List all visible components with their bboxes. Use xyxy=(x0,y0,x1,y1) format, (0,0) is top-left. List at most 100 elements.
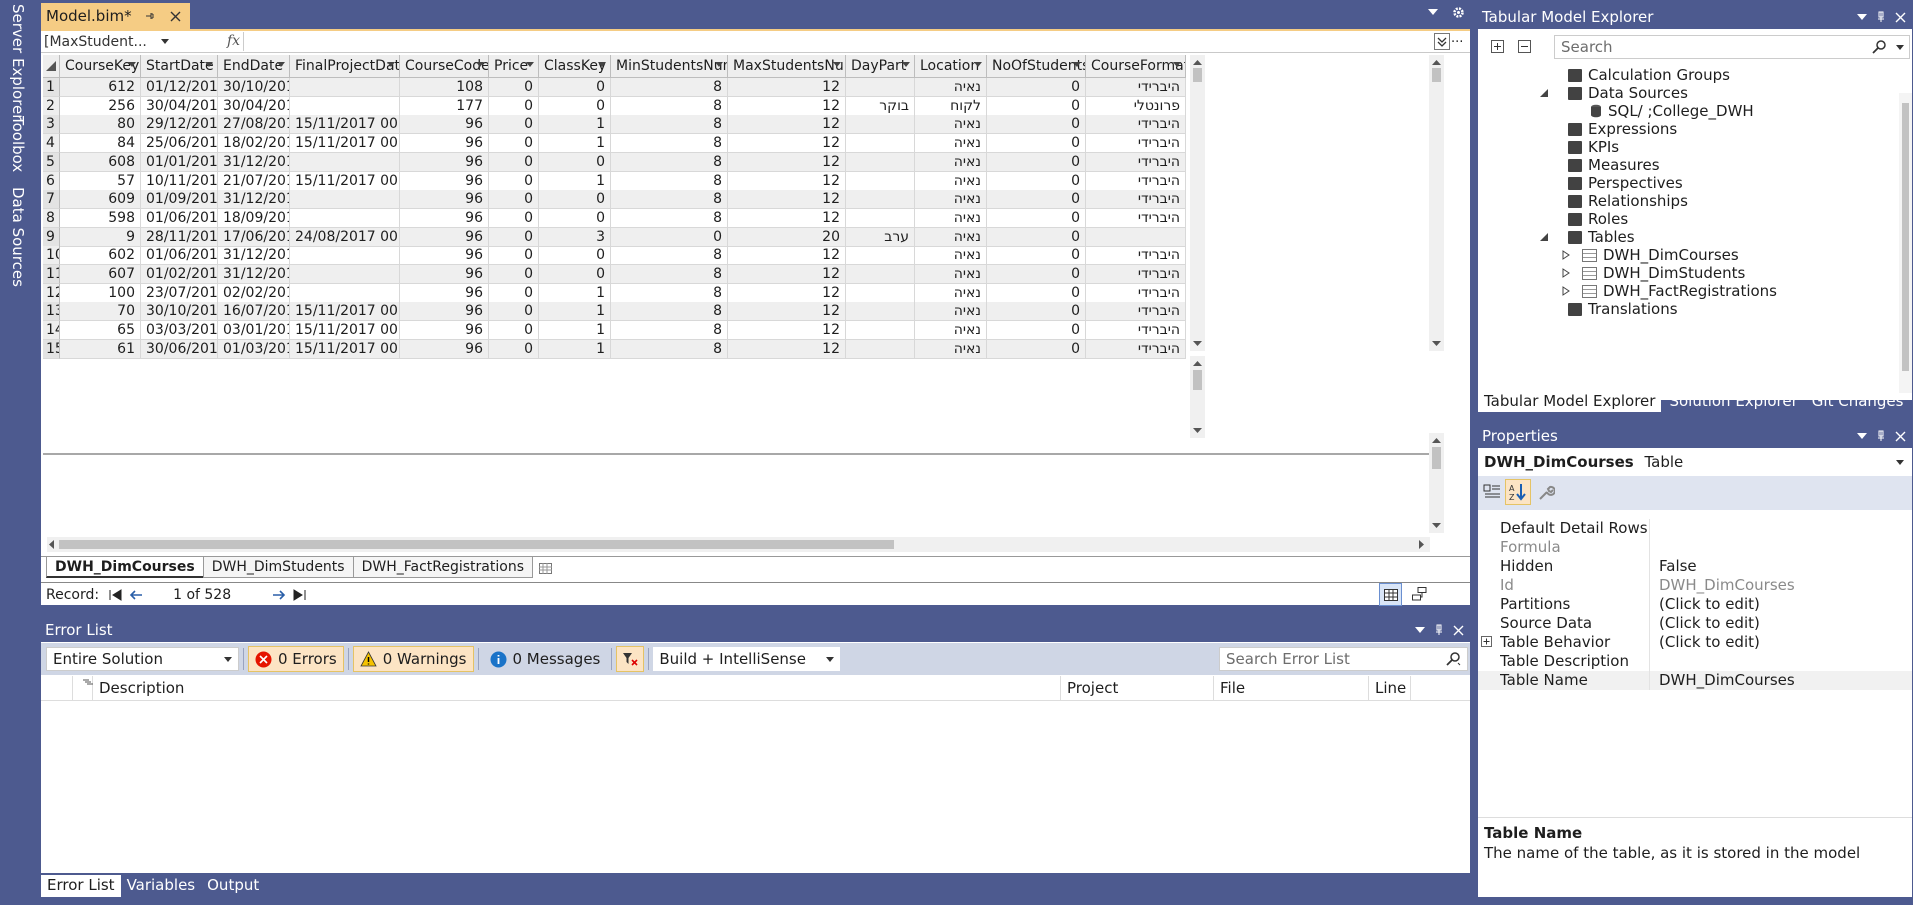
formula-input[interactable] xyxy=(243,32,1433,51)
column-header[interactable]: FinalProjectDate xyxy=(290,55,400,78)
table-row[interactable]: 38029/12/201...27/08/201...15/11/2017 00… xyxy=(43,115,1443,135)
table-cell[interactable]: 96 xyxy=(400,321,489,341)
table-cell[interactable] xyxy=(846,134,915,154)
table-cell[interactable]: 609 xyxy=(60,190,141,210)
table-cell[interactable]: 21/07/201... xyxy=(218,171,290,191)
alphabetical-icon[interactable]: AZ xyxy=(1505,479,1531,505)
file-column-header[interactable]: File xyxy=(1214,676,1369,701)
more-icon[interactable]: ··· xyxy=(1451,35,1463,50)
table-cell[interactable]: 31/12/201... xyxy=(218,265,290,284)
table-cell[interactable]: 01/09/201... xyxy=(141,190,218,210)
table-cell[interactable]: 01/12/201... xyxy=(141,78,218,97)
expand-all-icon[interactable] xyxy=(1491,40,1504,53)
table-cell[interactable]: 01/06/201... xyxy=(141,246,218,266)
row-header[interactable]: 1 xyxy=(43,78,60,97)
row-header[interactable]: 13 xyxy=(43,302,60,322)
table-cell[interactable]: 608 xyxy=(60,152,141,172)
table-cell[interactable]: 0 xyxy=(987,171,1086,191)
table-cell[interactable]: 01/01/201... xyxy=(141,152,218,172)
table-cell[interactable]: 12 xyxy=(728,283,846,303)
table-cell[interactable]: 8 xyxy=(611,115,728,135)
column-filter-icon[interactable] xyxy=(902,62,910,67)
table-cell[interactable]: 0 xyxy=(539,78,611,97)
table-row[interactable]: 65710/11/201...21/07/201...15/11/2017 00… xyxy=(43,171,1443,191)
table-cell[interactable]: 0 xyxy=(489,134,539,154)
table-cell[interactable] xyxy=(290,96,400,116)
table-cell[interactable]: 01/06/201... xyxy=(141,208,218,228)
table-row[interactable]: 9928/11/201...17/06/201...24/08/2017 00:… xyxy=(43,227,1443,247)
table-cell[interactable]: היברידי xyxy=(1086,265,1186,284)
table-cell[interactable]: 30/04/201... xyxy=(218,96,290,116)
first-record-icon[interactable] xyxy=(109,588,123,601)
row-header[interactable]: 3 xyxy=(43,115,60,135)
warnings-filter-button[interactable]: 0 Warnings xyxy=(352,646,474,672)
property-value[interactable]: DWH_DimCourses xyxy=(1659,576,1795,595)
table-cell[interactable]: 31/12/201... xyxy=(218,190,290,210)
table-cell[interactable]: 0 xyxy=(987,208,1086,228)
gear-icon[interactable] xyxy=(1452,6,1465,19)
grid-splitter[interactable] xyxy=(43,453,1431,455)
column-filter-icon[interactable] xyxy=(1073,62,1081,67)
table-cell[interactable]: 12 xyxy=(728,339,846,359)
table-cell[interactable]: 1 xyxy=(539,339,611,359)
table-cell[interactable]: היברידי xyxy=(1086,78,1186,97)
column-header[interactable]: StartDate xyxy=(141,55,218,78)
table-cell[interactable]: 0 xyxy=(489,78,539,97)
table-cell[interactable]: 0 xyxy=(489,227,539,247)
property-value[interactable]: False xyxy=(1659,557,1697,576)
table-cell[interactable] xyxy=(290,246,400,266)
table-cell[interactable] xyxy=(846,115,915,135)
table-cell[interactable]: 12 xyxy=(728,134,846,154)
row-header[interactable]: 10 xyxy=(43,246,60,266)
sheet-tab-dimcourses[interactable]: DWH_DimCourses xyxy=(46,557,204,578)
table-cell[interactable]: 0 xyxy=(489,321,539,341)
table-cell[interactable]: 0 xyxy=(539,152,611,172)
table-cell[interactable] xyxy=(846,78,915,97)
table-cell[interactable]: היברידי xyxy=(1086,190,1186,210)
table-cell[interactable]: 30/06/201... xyxy=(141,339,218,359)
table-cell[interactable]: 0 xyxy=(987,265,1086,284)
table-cell[interactable]: 0 xyxy=(987,134,1086,154)
table-cell[interactable]: 0 xyxy=(987,246,1086,266)
table-cell[interactable]: 0 xyxy=(611,227,728,247)
column-header[interactable]: ClassKey xyxy=(539,55,611,78)
table-cell[interactable]: 1 xyxy=(539,283,611,303)
close-icon[interactable] xyxy=(1453,625,1464,636)
property-row[interactable]: Default Detail Rows Exp xyxy=(1478,519,1912,538)
column-header[interactable]: Price xyxy=(489,55,539,78)
table-cell[interactable]: לקוח xyxy=(915,96,987,116)
table-row[interactable]: 225630/04/201...30/04/201...17700812בוקר… xyxy=(43,96,1443,116)
sheet-tab-factregistrations[interactable]: DWH_FactRegistrations xyxy=(352,557,533,578)
table-cell[interactable]: 30/04/201... xyxy=(141,96,218,116)
table-cell[interactable]: 12 xyxy=(728,302,846,322)
table-cell[interactable]: 57 xyxy=(60,171,141,191)
table-row[interactable]: 48425/06/201...18/02/201...15/11/2017 00… xyxy=(43,134,1443,154)
table-cell[interactable]: 20 xyxy=(728,227,846,247)
table-row[interactable]: 1060201/06/201...31/12/201...9600812נאיה… xyxy=(43,246,1443,266)
table-cell[interactable]: 602 xyxy=(60,246,141,266)
close-icon[interactable] xyxy=(1895,431,1906,442)
table-cell[interactable]: 0 xyxy=(987,78,1086,97)
table-cell[interactable]: נאיה xyxy=(915,152,987,172)
table-cell[interactable]: 29/12/201... xyxy=(141,115,218,135)
table-cell[interactable]: 80 xyxy=(60,115,141,135)
table-cell[interactable]: 0 xyxy=(987,115,1086,135)
expand-icon[interactable] xyxy=(1481,636,1492,647)
table-cell[interactable]: 0 xyxy=(489,283,539,303)
sort-icon[interactable] xyxy=(73,676,93,701)
property-row[interactable]: Hidden False xyxy=(1478,557,1912,576)
close-icon[interactable] xyxy=(1895,12,1906,23)
table-cell[interactable]: היברידי xyxy=(1086,208,1186,228)
table-cell[interactable]: 598 xyxy=(60,208,141,228)
column-header[interactable]: NoOfStudents xyxy=(987,55,1086,78)
table-cell[interactable]: 96 xyxy=(400,265,489,284)
table-cell[interactable]: 8 xyxy=(611,171,728,191)
close-icon[interactable] xyxy=(168,8,184,24)
table-cell[interactable]: 15/11/2017 00:0... xyxy=(290,339,400,359)
table-row[interactable]: 1160701/02/201...31/12/201...9600812נאיה… xyxy=(43,265,1443,284)
table-cell[interactable]: היברידי xyxy=(1086,302,1186,322)
table-cell[interactable]: 100 xyxy=(60,283,141,303)
table-cell[interactable]: 8 xyxy=(611,265,728,284)
column-filter-icon[interactable] xyxy=(128,62,136,67)
table-cell[interactable] xyxy=(846,321,915,341)
